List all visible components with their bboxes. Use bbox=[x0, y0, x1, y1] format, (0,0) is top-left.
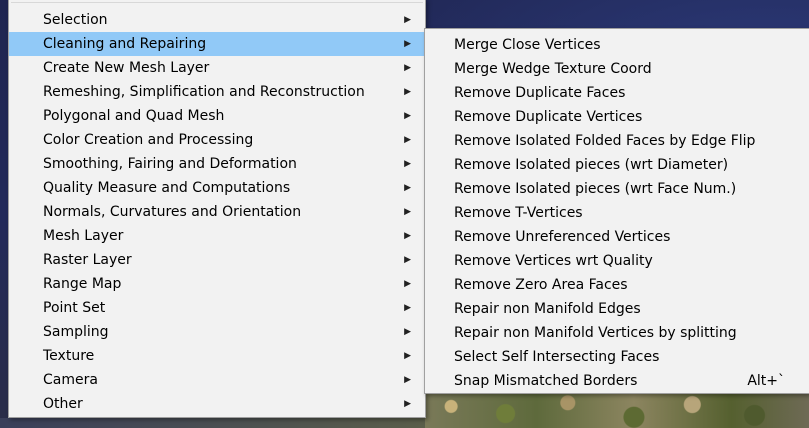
menu-item-smoothing-fairing-and-deformation[interactable]: Smoothing, Fairing and Deformation ▶ bbox=[9, 152, 425, 176]
menu-item-cleaning-and-repairing[interactable]: Cleaning and Repairing ▶ bbox=[9, 32, 425, 56]
menu-item-label: Range Map bbox=[43, 276, 122, 292]
menu-item-normals-curvatures-and-orientation[interactable]: Normals, Curvatures and Orientation ▶ bbox=[9, 200, 425, 224]
submenu-item-label: Remove Duplicate Vertices bbox=[454, 109, 643, 125]
menu-item-remeshing-simplification-and-reconstruction[interactable]: Remeshing, Simplification and Reconstruc… bbox=[9, 80, 425, 104]
submenu-item-select-self-intersecting-faces[interactable]: Select Self Intersecting Faces bbox=[425, 345, 809, 369]
menu-item-range-map[interactable]: Range Map ▶ bbox=[9, 272, 425, 296]
submenu-item-remove-isolated-pieces-wrt-diameter[interactable]: Remove Isolated pieces (wrt Diameter) bbox=[425, 153, 809, 177]
chevron-right-icon: ▶ bbox=[404, 15, 411, 25]
menu-item-other[interactable]: Other ▶ bbox=[9, 392, 425, 416]
menu-item-texture[interactable]: Texture ▶ bbox=[9, 344, 425, 368]
submenu-item-label: Remove Zero Area Faces bbox=[454, 277, 628, 293]
chevron-right-icon: ▶ bbox=[404, 159, 411, 169]
menu-item-label: Normals, Curvatures and Orientation bbox=[43, 204, 302, 220]
chevron-right-icon: ▶ bbox=[404, 351, 411, 361]
menu-item-label: Camera bbox=[43, 372, 98, 388]
menu-item-polygonal-and-quad-mesh[interactable]: Polygonal and Quad Mesh ▶ bbox=[9, 104, 425, 128]
submenu-item-remove-t-vertices[interactable]: Remove T-Vertices bbox=[425, 201, 809, 225]
submenu-item-remove-vertices-wrt-quality[interactable]: Remove Vertices wrt Quality bbox=[425, 249, 809, 273]
submenu-item-label: Merge Close Vertices bbox=[454, 37, 601, 53]
menu-item-camera[interactable]: Camera ▶ bbox=[9, 368, 425, 392]
submenu-item-repair-non-manifold-edges[interactable]: Repair non Manifold Edges bbox=[425, 297, 809, 321]
chevron-right-icon: ▶ bbox=[404, 111, 411, 121]
menu-item-label: Other bbox=[43, 396, 83, 412]
submenu-items: Merge Close Vertices Merge Wedge Texture … bbox=[425, 33, 809, 393]
filters-menu-items: Selection ▶ Cleaning and Repairing ▶ Create … bbox=[9, 8, 425, 416]
chevron-right-icon: ▶ bbox=[404, 183, 411, 193]
chevron-right-icon: ▶ bbox=[404, 255, 411, 265]
app-window: Selection ▶ Cleaning and Repairing ▶ Create … bbox=[0, 0, 809, 428]
menu-item-label: Remeshing, Simplification and Reconstruc… bbox=[43, 84, 365, 100]
menu-item-label: Polygonal and Quad Mesh bbox=[43, 108, 225, 124]
filters-menu: Selection ▶ Cleaning and Repairing ▶ Create … bbox=[8, 0, 426, 418]
submenu-item-label: Remove T-Vertices bbox=[454, 205, 583, 221]
mesh-render-edge bbox=[0, 418, 425, 428]
submenu-item-label: Repair non Manifold Edges bbox=[454, 301, 641, 317]
menu-item-sampling[interactable]: Sampling ▶ bbox=[9, 320, 425, 344]
submenu-item-label: Remove Isolated pieces (wrt Diameter) bbox=[454, 157, 729, 173]
cleaning-and-repairing-submenu: Merge Close Vertices Merge Wedge Texture … bbox=[424, 28, 809, 394]
chevron-right-icon: ▶ bbox=[404, 231, 411, 241]
menu-item-label: Point Set bbox=[43, 300, 106, 316]
menu-item-point-set[interactable]: Point Set ▶ bbox=[9, 296, 425, 320]
shortcut-label: Alt+` bbox=[747, 373, 785, 389]
submenu-item-label: Repair non Manifold Vertices by splittin… bbox=[454, 325, 737, 341]
menu-separator bbox=[11, 2, 423, 3]
submenu-item-remove-isolated-pieces-wrt-face-num[interactable]: Remove Isolated pieces (wrt Face Num.) bbox=[425, 177, 809, 201]
chevron-right-icon: ▶ bbox=[404, 279, 411, 289]
submenu-item-merge-wedge-texture-coord[interactable]: Merge Wedge Texture Coord bbox=[425, 57, 809, 81]
submenu-item-remove-zero-area-faces[interactable]: Remove Zero Area Faces bbox=[425, 273, 809, 297]
submenu-item-label: Merge Wedge Texture Coord bbox=[454, 61, 652, 77]
menu-item-mesh-layer[interactable]: Mesh Layer ▶ bbox=[9, 224, 425, 248]
menu-item-label: Sampling bbox=[43, 324, 109, 340]
chevron-right-icon: ▶ bbox=[404, 63, 411, 73]
menu-item-label: Texture bbox=[43, 348, 95, 364]
submenu-item-merge-close-vertices[interactable]: Merge Close Vertices bbox=[425, 33, 809, 57]
submenu-item-remove-duplicate-faces[interactable]: Remove Duplicate Faces bbox=[425, 81, 809, 105]
menu-item-create-new-mesh-layer[interactable]: Create New Mesh Layer ▶ bbox=[9, 56, 425, 80]
submenu-item-label: Remove Unreferenced Vertices bbox=[454, 229, 671, 245]
menu-item-raster-layer[interactable]: Raster Layer ▶ bbox=[9, 248, 425, 272]
menu-item-label: Raster Layer bbox=[43, 252, 132, 268]
submenu-item-remove-duplicate-vertices[interactable]: Remove Duplicate Vertices bbox=[425, 105, 809, 129]
submenu-item-remove-unreferenced-vertices[interactable]: Remove Unreferenced Vertices bbox=[425, 225, 809, 249]
submenu-item-label: Select Self Intersecting Faces bbox=[454, 349, 660, 365]
menu-item-label: Quality Measure and Computations bbox=[43, 180, 291, 196]
chevron-right-icon: ▶ bbox=[404, 399, 411, 409]
menu-item-label: Create New Mesh Layer bbox=[43, 60, 210, 76]
chevron-right-icon: ▶ bbox=[404, 375, 411, 385]
chevron-right-icon: ▶ bbox=[404, 207, 411, 217]
mesh-render bbox=[420, 392, 809, 428]
menu-item-quality-measure-and-computations[interactable]: Quality Measure and Computations ▶ bbox=[9, 176, 425, 200]
submenu-item-label: Remove Isolated pieces (wrt Face Num.) bbox=[454, 181, 737, 197]
submenu-item-repair-non-manifold-vertices-by-splitting[interactable]: Repair non Manifold Vertices by splittin… bbox=[425, 321, 809, 345]
menu-item-label: Color Creation and Processing bbox=[43, 132, 254, 148]
menu-item-selection[interactable]: Selection ▶ bbox=[9, 8, 425, 32]
submenu-item-label: Snap Mismatched Borders bbox=[454, 373, 638, 389]
chevron-right-icon: ▶ bbox=[404, 327, 411, 337]
submenu-item-label: Remove Isolated Folded Faces by Edge Fli… bbox=[454, 133, 756, 149]
menu-item-label: Mesh Layer bbox=[43, 228, 124, 244]
menu-item-label: Smoothing, Fairing and Deformation bbox=[43, 156, 297, 172]
chevron-right-icon: ▶ bbox=[404, 39, 411, 49]
submenu-item-label: Remove Duplicate Faces bbox=[454, 85, 626, 101]
submenu-item-snap-mismatched-borders[interactable]: Snap Mismatched Borders Alt+` bbox=[425, 369, 809, 393]
submenu-item-label: Remove Vertices wrt Quality bbox=[454, 253, 653, 269]
chevron-right-icon: ▶ bbox=[404, 135, 411, 145]
chevron-right-icon: ▶ bbox=[404, 303, 411, 313]
menu-item-label: Cleaning and Repairing bbox=[43, 36, 207, 52]
menu-item-label: Selection bbox=[43, 12, 108, 28]
chevron-right-icon: ▶ bbox=[404, 87, 411, 97]
submenu-item-remove-isolated-folded-faces-by-edge-flip[interactable]: Remove Isolated Folded Faces by Edge Fli… bbox=[425, 129, 809, 153]
menu-item-color-creation-and-processing[interactable]: Color Creation and Processing ▶ bbox=[9, 128, 425, 152]
